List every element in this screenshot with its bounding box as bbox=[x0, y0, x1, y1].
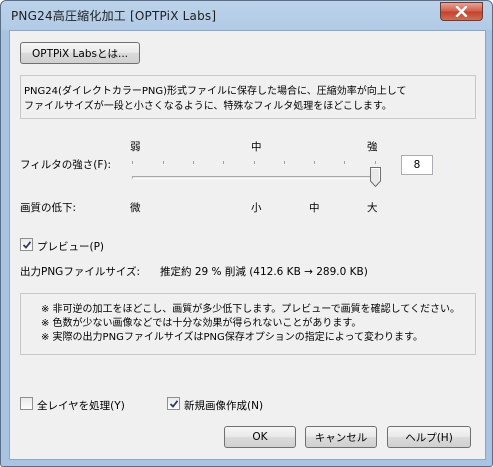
slider-tick-4 bbox=[223, 161, 224, 164]
strength-scale-strong: 強 bbox=[367, 141, 378, 153]
note-line-2: ※ 色数が少ない画像などでは十分な効果が得られないことがあります。 bbox=[41, 318, 362, 329]
slider-tick-5 bbox=[254, 161, 255, 164]
strength-scale-medium: 中 bbox=[251, 141, 262, 153]
dialog-window: PNG24高圧縮化加工 [OPTPiX Labs] OPTPiX Labsとは.… bbox=[0, 0, 493, 467]
window-title: PNG24高圧縮化加工 [OPTPiX Labs] bbox=[11, 9, 217, 23]
help-button-label: ヘルプ(H) bbox=[405, 431, 453, 444]
all-layers-label[interactable]: 全レイヤを処理(Y) bbox=[37, 398, 125, 413]
filter-strength-label: フィルタの強さ(F): bbox=[20, 159, 112, 171]
filter-strength-value[interactable]: 8 bbox=[401, 155, 433, 175]
checkmark-icon bbox=[22, 241, 32, 249]
checkmark-icon bbox=[169, 400, 179, 408]
description-line-1: PNG24(ダイレクトカラーPNG)形式ファイルに保存した場合に、圧縮効率が向上… bbox=[24, 86, 407, 97]
output-size-label: 出力PNGファイルサイズ: bbox=[20, 266, 141, 278]
slider-thumb[interactable] bbox=[369, 167, 381, 188]
quality-drop-label: 画質の低下: bbox=[20, 202, 77, 214]
ok-button[interactable]: OK bbox=[224, 426, 296, 448]
preview-checkbox[interactable] bbox=[20, 238, 33, 251]
about-optpix-labs-label: OPTPiX Labsとは... bbox=[32, 47, 128, 60]
slider-track bbox=[132, 176, 377, 179]
ok-button-label: OK bbox=[252, 431, 268, 443]
slider-tick-1 bbox=[132, 161, 133, 164]
slider-tick-6 bbox=[284, 161, 285, 164]
about-optpix-labs-button[interactable]: OPTPiX Labsとは... bbox=[20, 42, 140, 64]
description-panel: PNG24(ダイレクトカラーPNG)形式ファイルに保存した場合に、圧縮効率が向上… bbox=[20, 75, 476, 119]
title-bar[interactable]: PNG24高圧縮化加工 [OPTPiX Labs] bbox=[1, 1, 492, 29]
close-icon bbox=[455, 6, 468, 17]
output-size-value: 推定約 29 % 削減 (412.6 KB → 289.0 KB) bbox=[160, 266, 368, 278]
filter-strength-value-text: 8 bbox=[413, 159, 421, 171]
quality-scale-large: 大 bbox=[367, 202, 378, 214]
preview-label[interactable]: プレビュー(P) bbox=[37, 239, 104, 254]
quality-scale-medium: 中 bbox=[309, 202, 320, 214]
note-line-1: ※ 非可逆の加工をほどこし、画質が多少低下します。プレビューで画質を確認してくだ… bbox=[41, 304, 461, 315]
close-button[interactable] bbox=[440, 2, 483, 21]
slider-tick-7 bbox=[314, 161, 315, 164]
slider-tick-2 bbox=[163, 161, 164, 164]
strength-scale-weak: 弱 bbox=[130, 141, 141, 153]
slider-tick-3 bbox=[193, 161, 194, 164]
description-line-2: ファイルサイズが一段と小さくなるように、特殊なフィルタ処理をほどこします。 bbox=[24, 101, 392, 112]
slider-tick-9 bbox=[375, 161, 376, 164]
cancel-button-label: キャンセル bbox=[314, 431, 368, 444]
quality-scale-small: 小 bbox=[251, 202, 262, 214]
quality-scale-slight: 微 bbox=[130, 202, 141, 214]
note-line-3: ※ 実際の出力PNGファイルサイズはPNG保存オプションの指定によって変わります… bbox=[41, 332, 423, 343]
cancel-button[interactable]: キャンセル bbox=[305, 426, 377, 448]
new-image-checkbox[interactable] bbox=[167, 397, 180, 410]
help-button[interactable]: ヘルプ(H) bbox=[387, 426, 471, 448]
new-image-label[interactable]: 新規画像作成(N) bbox=[184, 398, 263, 413]
slider-tick-8 bbox=[344, 161, 345, 164]
dialog-body: OPTPiX Labsとは... PNG24(ダイレクトカラーPNG)形式ファイ… bbox=[9, 30, 486, 460]
filter-strength-slider[interactable] bbox=[128, 157, 388, 193]
notes-panel: ※ 非可逆の加工をほどこし、画質が多少低下します。プレビューで画質を確認してくだ… bbox=[20, 293, 476, 355]
all-layers-checkbox[interactable] bbox=[20, 397, 33, 410]
